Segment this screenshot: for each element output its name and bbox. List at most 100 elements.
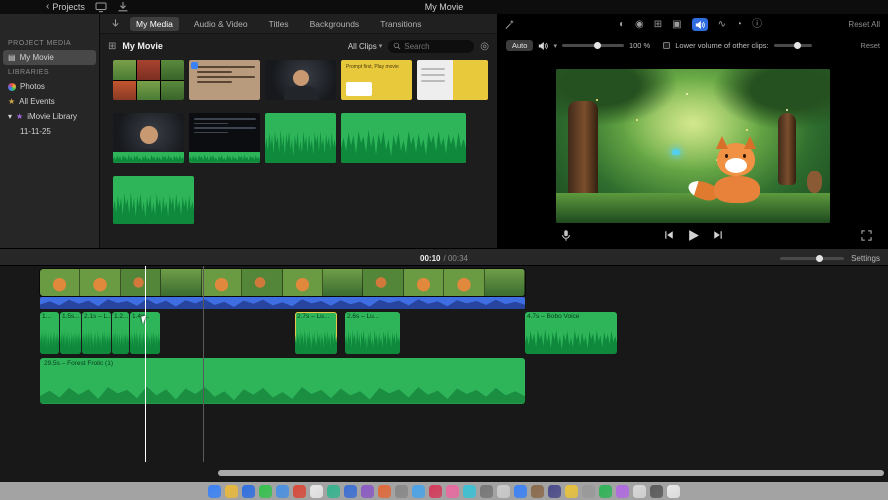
- auto-button[interactable]: Auto: [506, 40, 534, 51]
- clip-thumbnail[interactable]: [265, 60, 336, 100]
- audio-clip[interactable]: 2.1s – L...: [82, 312, 111, 354]
- info-icon[interactable]: ⓘ: [752, 19, 762, 31]
- tab-transitions[interactable]: Transitions: [374, 17, 427, 31]
- projects-back-button[interactable]: ‹ Projects: [46, 2, 85, 13]
- sidebar-item-imovie-library[interactable]: ▾ ★ iMovie Library: [0, 109, 99, 124]
- filmstrip[interactable]: [39, 268, 526, 297]
- dock-app-icon[interactable]: [310, 484, 323, 498]
- dock-app-icon[interactable]: [361, 484, 374, 498]
- dock-app-icon[interactable]: [480, 484, 493, 498]
- dock-app-icon[interactable]: [582, 484, 595, 498]
- previous-frame-button[interactable]: [664, 230, 674, 240]
- display-icon[interactable]: [95, 1, 107, 13]
- video-audio-track[interactable]: [40, 297, 525, 309]
- clip-audio-waveform: [189, 152, 260, 163]
- audio-clip[interactable]: 1.5s...: [60, 312, 81, 354]
- clips-filter-dropdown[interactable]: All Clips ▾: [348, 42, 382, 51]
- lower-volume-checkbox[interactable]: [663, 42, 671, 49]
- dock-app-icon[interactable]: [599, 484, 612, 498]
- main-area: PROJECT MEDIA ▤ My Movie LIBRARIES Photo…: [0, 14, 888, 248]
- filmstrip-frame: [444, 269, 485, 296]
- dock-app-icon[interactable]: [616, 484, 629, 498]
- crop-icon[interactable]: ⊞: [654, 19, 662, 31]
- dock-app-icon[interactable]: [565, 484, 578, 498]
- dock-app-icon[interactable]: [429, 484, 442, 498]
- dock-app-icon[interactable]: [412, 484, 425, 498]
- tab-titles[interactable]: Titles: [263, 17, 295, 31]
- search-field[interactable]: [388, 39, 475, 53]
- next-frame-button[interactable]: [713, 230, 723, 240]
- glowing-butterfly: [672, 149, 680, 155]
- tab-audio-video[interactable]: Audio & Video: [188, 17, 254, 31]
- color-correction-icon[interactable]: ◉: [635, 19, 644, 31]
- speed-icon[interactable]: ◔: [736, 19, 742, 31]
- audio-clip[interactable]: 1.2...: [112, 312, 129, 354]
- stabilization-icon[interactable]: ▣: [672, 19, 681, 31]
- dock-app-icon[interactable]: [633, 484, 646, 498]
- toggle-sidebar-icon[interactable]: ⊞: [108, 41, 116, 52]
- clip-thumbnail[interactable]: [189, 60, 260, 100]
- speaker-icon[interactable]: [538, 41, 548, 51]
- playhead[interactable]: [145, 266, 146, 462]
- audio-clip-thumbnail[interactable]: [265, 113, 336, 163]
- audio-clip-selected[interactable]: 2.7s – Lu...: [295, 312, 337, 354]
- tab-my-media[interactable]: My Media: [130, 16, 179, 31]
- fullscreen-icon[interactable]: [861, 230, 872, 241]
- sidebar-item-all-events[interactable]: ★ All Events: [0, 94, 99, 109]
- timeline[interactable]: 1... 1.5s... 2.1s – L... 1.2... 1.4s... …: [0, 266, 888, 482]
- dock-app-icon[interactable]: [531, 484, 544, 498]
- timeline-zoom-slider[interactable]: [780, 254, 845, 262]
- reset-button[interactable]: Reset: [860, 41, 880, 50]
- dock-app-icon[interactable]: [293, 484, 306, 498]
- volume-icon[interactable]: [691, 18, 708, 31]
- clip-grid: Prompt first, Play movie: [113, 60, 493, 248]
- import-media-icon[interactable]: [117, 1, 129, 13]
- color-balance-icon[interactable]: ◐: [619, 19, 625, 31]
- volume-slider[interactable]: [561, 42, 624, 49]
- dock-app-icon[interactable]: [667, 484, 680, 498]
- dock-app-icon[interactable]: [225, 484, 238, 498]
- chevron-down-icon[interactable]: ▾: [553, 42, 557, 50]
- sidebar-item-my-movie[interactable]: ▤ My Movie: [3, 50, 96, 65]
- lower-volume-slider[interactable]: [773, 42, 812, 49]
- disclosure-chevron-icon[interactable]: ▾: [8, 112, 12, 121]
- dock-app-icon[interactable]: [344, 484, 357, 498]
- preview-video[interactable]: [556, 69, 830, 223]
- music-clip[interactable]: 29.5s – Forest Frolic (1): [40, 358, 525, 404]
- audio-clip[interactable]: 1...: [40, 312, 59, 354]
- dock-app-icon[interactable]: [514, 484, 527, 498]
- dock-app-icon[interactable]: [276, 484, 289, 498]
- clip-thumbnail[interactable]: [417, 60, 488, 100]
- dock-app-icon[interactable]: [259, 484, 272, 498]
- dock-app-icon[interactable]: [395, 484, 408, 498]
- dock-app-icon[interactable]: [548, 484, 561, 498]
- dock-app-icon[interactable]: [242, 484, 255, 498]
- play-button[interactable]: [687, 229, 700, 242]
- clip-thumbnail[interactable]: Prompt first, Play movie: [341, 60, 412, 100]
- clip-thumbnail[interactable]: [113, 60, 184, 100]
- timeline-scrollbar[interactable]: [218, 470, 884, 476]
- clip-thumbnail[interactable]: [189, 113, 260, 163]
- clip-thumbnail[interactable]: [113, 113, 184, 163]
- enhance-wand-icon[interactable]: [504, 19, 515, 30]
- dock-app-icon[interactable]: [650, 484, 663, 498]
- dock-app-icon[interactable]: [378, 484, 391, 498]
- sidebar-item-photos[interactable]: Photos: [0, 79, 99, 94]
- tab-backgrounds[interactable]: Backgrounds: [304, 17, 366, 31]
- audio-clip-thumbnail[interactable]: [341, 113, 466, 163]
- settings-button[interactable]: Settings: [851, 254, 880, 263]
- import-arrow-icon[interactable]: [110, 18, 121, 29]
- audio-clip[interactable]: 2.6s – Lu...: [345, 312, 400, 354]
- reset-all-button[interactable]: Reset All: [848, 20, 880, 29]
- audio-clip[interactable]: 4.7s – Bobo Voice: [525, 312, 617, 354]
- dock-app-icon[interactable]: [497, 484, 510, 498]
- dock-app-icon[interactable]: [463, 484, 476, 498]
- dock-app-icon[interactable]: [327, 484, 340, 498]
- search-input[interactable]: [404, 41, 470, 51]
- dock-app-icon[interactable]: [446, 484, 459, 498]
- clip-appearance-icon[interactable]: ◎: [480, 41, 489, 52]
- noise-reduction-icon[interactable]: ∿: [718, 19, 726, 31]
- audio-clip-thumbnail[interactable]: [113, 176, 194, 224]
- sidebar-item-event-date[interactable]: 11-11-25: [0, 124, 99, 139]
- dock-app-icon[interactable]: [208, 484, 221, 498]
